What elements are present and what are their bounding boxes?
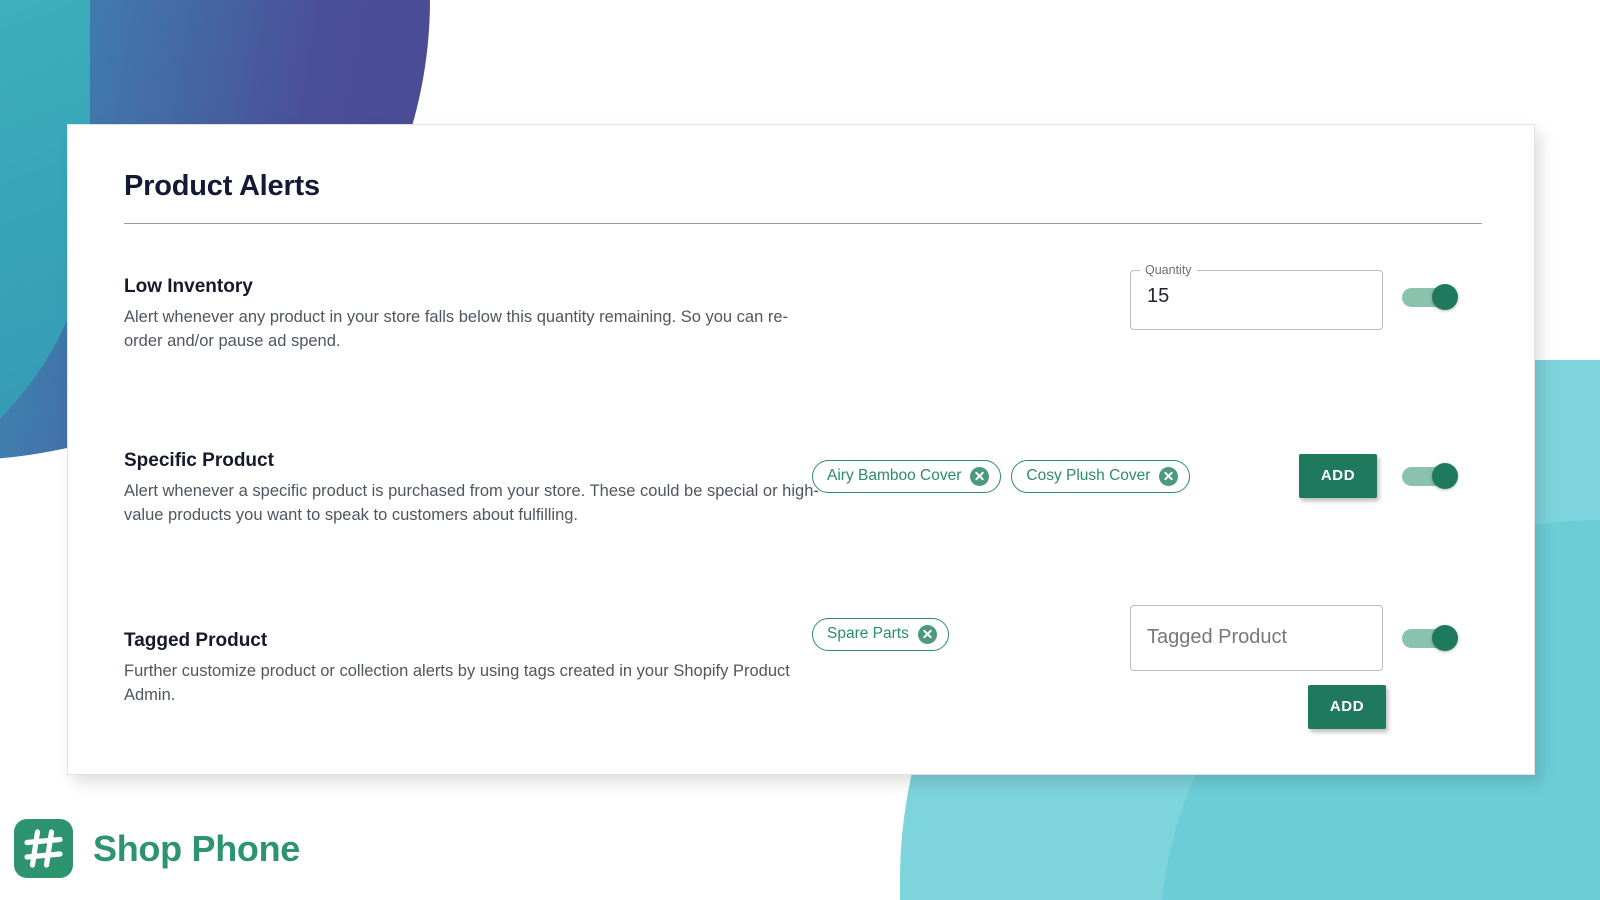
add-specific-product-button[interactable]: ADD [1299,453,1377,498]
specific-product-title: Specific Product [124,449,274,471]
low-inventory-title: Low Inventory [124,275,253,297]
close-circle-icon[interactable] [917,624,937,644]
specific-product-toggle[interactable] [1402,462,1458,489]
tagged-product-chip-list: Spare Parts [812,617,949,651]
alert-rows: Low Inventory Alert whenever any product… [124,224,1476,732]
chip-label: Spare Parts [827,625,909,643]
toggle-thumb [1432,462,1458,489]
tagged-product-input[interactable] [1131,605,1382,670]
alert-row-tagged-product: Tagged Product Further customize product… [124,604,1476,732]
page-title: Product Alerts [124,170,320,202]
chip-spare-parts[interactable]: Spare Parts [812,617,949,651]
chip-cosy-plush-cover[interactable]: Cosy Plush Cover [1011,459,1191,493]
close-circle-icon[interactable] [970,466,990,486]
tagged-product-toggle[interactable] [1402,624,1458,651]
specific-product-chip-list: Airy Bamboo Cover Cosy Plush Cover [812,459,1191,493]
add-tagged-product-button[interactable]: ADD [1308,684,1386,729]
close-circle-icon[interactable] [1159,466,1179,486]
product-alerts-card: Product Alerts Low Inventory Alert whene… [67,124,1535,775]
chip-label: Airy Bamboo Cover [827,467,962,485]
quantity-field[interactable]: Quantity [1130,264,1383,330]
brand-name: Shop Phone [93,827,300,869]
chip-airy-bamboo-cover[interactable]: Airy Bamboo Cover [812,459,1002,493]
quantity-input[interactable] [1131,264,1382,329]
brand-footer: Shop Phone [14,819,300,878]
brand-logo [14,819,73,878]
toggle-thumb [1432,624,1458,651]
tagged-product-field[interactable] [1130,604,1383,671]
toggle-thumb [1432,283,1458,310]
card-content: Product Alerts Low Inventory Alert whene… [68,125,1534,732]
chip-label: Cosy Plush Cover [1026,467,1151,485]
specific-product-text-block: Specific Product Alert whenever a specif… [124,450,824,528]
low-inventory-toggle[interactable] [1402,283,1458,310]
app-screenshot: Product Alerts Low Inventory Alert whene… [0,0,1600,900]
tagged-product-description: Further customize product or collection … [124,661,790,705]
tagged-product-title: Tagged Product [124,629,268,651]
low-inventory-description: Alert whenever any product in your store… [124,307,789,351]
tagged-product-text-block: Tagged Product Further customize product… [124,630,824,708]
low-inventory-text-block: Low Inventory Alert whenever any product… [124,276,824,354]
specific-product-description: Alert whenever a specific product is pur… [124,481,819,525]
alert-row-specific-product: Specific Product Alert whenever a specif… [124,450,1476,570]
alert-row-low-inventory: Low Inventory Alert whenever any product… [124,264,1476,396]
hash-icon [24,829,63,868]
